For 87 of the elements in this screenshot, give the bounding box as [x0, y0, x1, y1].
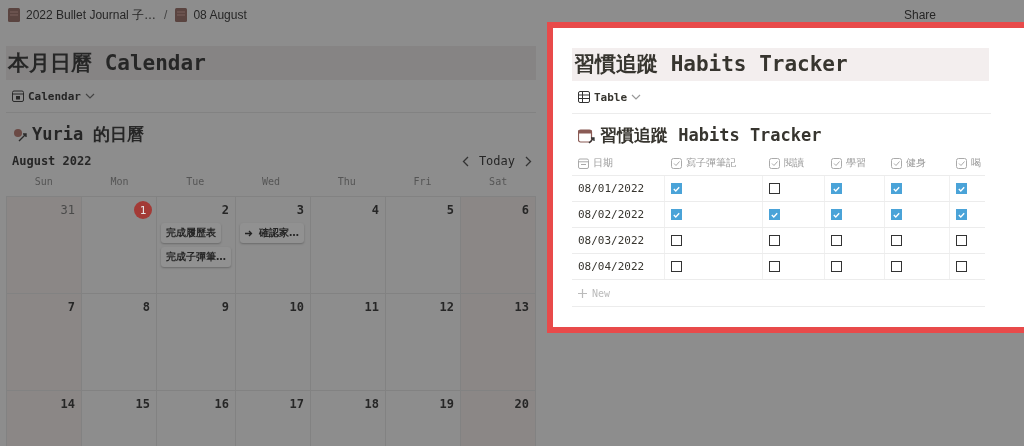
- calendar-link-icon: [578, 127, 596, 144]
- date-number: 31: [60, 203, 76, 217]
- date-number: 8: [142, 300, 151, 314]
- date-number: 15: [135, 397, 151, 411]
- date-number: 7: [67, 300, 76, 314]
- page-title: 習慣追蹤 Habits Tracker: [572, 48, 989, 81]
- checkbox-icon: [831, 157, 842, 169]
- book-icon: [175, 8, 188, 22]
- date-cell: 08/03/2022: [572, 228, 665, 253]
- date-number: 2: [221, 203, 230, 217]
- date-number: 13: [514, 300, 530, 314]
- checkbox[interactable]: [956, 261, 967, 272]
- breadcrumb-link[interactable]: 2022 Bullet Journal 子…: [26, 6, 157, 24]
- checkbox[interactable]: [671, 183, 682, 194]
- date-cell: 08/04/2022: [572, 254, 665, 279]
- date-number: 19: [439, 397, 455, 411]
- date-number: 10: [289, 300, 305, 314]
- checkbox[interactable]: [831, 235, 842, 246]
- weekday-label: Thu: [336, 176, 357, 189]
- event-card[interactable]: 完成子彈筆…: [161, 247, 231, 267]
- checkbox[interactable]: [831, 261, 842, 272]
- date-number: 3: [296, 203, 305, 217]
- checkbox[interactable]: [956, 235, 967, 246]
- checkbox-icon: [956, 157, 967, 169]
- date-number: 18: [364, 397, 380, 411]
- checkbox[interactable]: [956, 209, 967, 220]
- checkbox-icon: [671, 157, 682, 169]
- checkbox-icon: [769, 157, 780, 169]
- calendar-heading: Yuria 的日曆: [32, 123, 145, 146]
- checkbox[interactable]: [769, 235, 780, 246]
- checkbox[interactable]: [671, 261, 682, 272]
- checkbox[interactable]: [956, 183, 967, 194]
- date-number: 6: [521, 203, 530, 217]
- column-header[interactable]: 日期: [572, 151, 665, 175]
- date-number: 4: [371, 203, 380, 217]
- date-number: 17: [289, 397, 305, 411]
- date-number: 14: [60, 397, 76, 411]
- weekday-label: Tue: [185, 176, 206, 189]
- date-number: 16: [214, 397, 230, 411]
- view-tab[interactable]: Table: [578, 90, 642, 104]
- weekday-label: Wed: [260, 176, 281, 189]
- weekday-label: Mon: [109, 176, 130, 189]
- checkbox[interactable]: [891, 235, 902, 246]
- checkbox[interactable]: [769, 209, 780, 220]
- table-icon: [578, 91, 590, 103]
- date-number: 11: [364, 300, 380, 314]
- view-tab[interactable]: Calendar: [12, 89, 95, 103]
- checkbox[interactable]: [671, 209, 682, 220]
- chevron-down-icon: [631, 94, 642, 100]
- column-header[interactable]: 喝: [950, 151, 985, 175]
- date-cell: 08/02/2022: [572, 202, 665, 227]
- date-number: 5: [446, 203, 455, 217]
- checkbox[interactable]: [671, 235, 682, 246]
- event-card[interactable]: 完成履歷表: [161, 223, 221, 243]
- column-header[interactable]: 閱讀: [763, 151, 825, 175]
- checkbox[interactable]: [891, 183, 902, 194]
- month-label: August 2022: [12, 154, 92, 168]
- breadcrumb-separator: /: [164, 8, 168, 22]
- book-icon: [8, 8, 20, 22]
- checkbox[interactable]: [831, 183, 842, 194]
- checkbox[interactable]: [831, 209, 842, 220]
- plus-icon: [578, 288, 587, 298]
- checkbox[interactable]: [891, 261, 902, 272]
- date-number: 9: [221, 300, 230, 314]
- chevron-down-icon: [85, 93, 95, 99]
- date-number: 20: [514, 397, 530, 411]
- checkbox[interactable]: [891, 209, 902, 220]
- date-number: 12: [439, 300, 455, 314]
- calendar-icon: [12, 90, 24, 102]
- date-cell: 08/01/2022: [572, 176, 665, 201]
- page-title: 本月日曆 Calendar: [6, 46, 536, 80]
- event-card[interactable]: 確認家…: [240, 223, 304, 243]
- checkbox[interactable]: [769, 261, 780, 272]
- chevron-right-icon[interactable]: [525, 155, 532, 167]
- column-header[interactable]: 健身: [885, 151, 950, 175]
- today-date: 1: [134, 201, 152, 219]
- column-header[interactable]: 寫子彈筆記: [665, 151, 763, 175]
- chevron-left-icon[interactable]: [461, 155, 469, 167]
- column-header[interactable]: 學習: [825, 151, 885, 175]
- weekday-label: Fri: [412, 176, 433, 189]
- today-button[interactable]: Today: [478, 154, 515, 168]
- calendar-icon: [578, 157, 589, 169]
- checkbox[interactable]: [769, 183, 780, 194]
- share-button[interactable]: Share: [903, 8, 936, 22]
- breadcrumb-link[interactable]: 08 August: [193, 8, 247, 22]
- database-heading: 習慣追蹤 Habits Tracker: [600, 124, 822, 147]
- checkbox-icon: [891, 157, 902, 169]
